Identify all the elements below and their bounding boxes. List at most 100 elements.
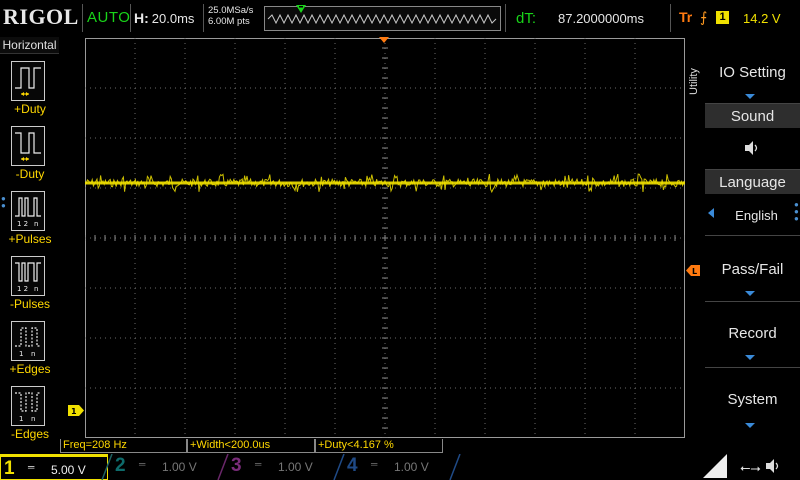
graticule [85,38,685,438]
acquisition-info: 25.0MSa/s 6.00M pts [208,5,253,27]
rising-edges-icon: 1n [11,321,45,361]
measure-label: +Pulses [8,232,52,246]
measure-positive-pulses[interactable]: 1 2 n +Pulses [0,187,60,252]
channel-scale: 1.00 V [162,460,197,474]
measure-negative-duty[interactable]: -Duty [0,122,60,187]
usb-icon: ⭠⭢ [740,460,761,475]
sample-rate: 25.0MSa/s [208,5,254,16]
menu-corner-icon [703,454,727,478]
chevron-down-icon [745,355,755,360]
speaker-icon[interactable] [764,458,782,474]
trigger-level-marker-icon[interactable]: L [686,265,700,276]
delta-time-label: dT: [516,10,537,27]
brand-logo: RIGOL [3,4,79,29]
rising-edge-icon: ⨍ [700,9,708,25]
channel-scale: 5.00 V [51,463,86,477]
channel-scale: 1.00 V [394,460,429,474]
measurement-panel-title[interactable]: Horizontal [0,37,59,54]
timebase-label: H: [134,10,149,26]
svg-text:n: n [34,285,38,293]
speaker-icon [745,141,758,155]
menu-item-label: IO Setting [719,64,786,81]
channel-scale: 1.00 V [278,460,313,474]
delta-time-value: 87.2000000ms [558,11,645,26]
chevron-down-icon [745,423,755,428]
channel-bar: 1 ═ 5.00 V 2 ═ 1.00 V 3 ═ 1.00 V 4 ═ 1.0… [0,454,800,480]
divider [505,4,506,32]
divider [670,4,671,32]
measure-label: +Duty [14,102,46,116]
positive-pulses-icon: 1 2 n [11,191,45,231]
dc-coupling-icon: ═ [255,459,262,469]
scroll-indicator-icon: ● ● [1,194,6,210]
menu-item-record[interactable]: Record [705,301,800,367]
timebase-value: 20.0ms [151,11,195,26]
menu-item-system[interactable]: System [705,367,800,433]
menu-item-label: Language [719,174,786,191]
negative-pulses-icon: 1 2 n [11,256,45,296]
trigger-level-value[interactable]: 14.2 V [743,11,781,26]
menu-item-sound[interactable]: Sound [705,103,800,169]
svg-text:1 2: 1 2 [17,220,28,228]
measure-rising-edges[interactable]: 1n +Edges [0,317,60,382]
trigger-position-icon [296,5,306,13]
menu-item-io-setting[interactable]: IO Setting [705,37,800,103]
chevron-down-icon [745,291,755,296]
menu-item-label: Pass/Fail [721,261,784,278]
measurement-result[interactable]: +Width<200.0us [187,439,315,453]
measure-label: -Pulses [9,297,50,311]
menu-item-label: Sound [730,108,775,125]
measure-label: -Edges [10,427,50,441]
measure-negative-pulses[interactable]: 1 2 n -Pulses [0,252,60,317]
falling-edges-icon: 1n [11,386,45,426]
language-value: English [735,208,778,223]
trigger-type[interactable]: Tr [679,9,692,25]
svg-text:n: n [34,220,38,228]
channel-3-button[interactable]: 3 ═ 1.00 V [228,454,336,480]
measure-falling-edges[interactable]: 1n -Edges [0,382,60,447]
channel-number: 1 [4,458,15,479]
ch1-ground-marker-icon[interactable]: 1 [68,405,84,416]
channel-1-button[interactable]: 1 ═ 5.00 V [0,454,108,480]
menu-item-pass-fail[interactable]: Pass/Fail [705,235,800,301]
top-status-bar: RIGOL AUTO H: 20.0ms 25.0MSa/s 6.00M pts … [0,0,800,37]
ch1-ground-marker-label: 1 [71,407,77,416]
measure-label: +Edges [9,362,51,376]
trigger-source-badge: 1 [716,11,729,24]
negative-duty-icon [11,126,45,166]
menu-item-label: Record [728,325,777,342]
timebase-readout[interactable]: H: 20.0ms [134,10,194,26]
svg-text:n: n [31,415,35,423]
svg-text:1: 1 [19,415,23,423]
measure-label: -Duty [15,167,45,181]
measurement-panel: Horizontal +Duty -Duty 1 2 n +Pulses 1 2 n… [0,37,60,441]
channel-number: 3 [231,455,242,476]
menu-item-label: System [727,391,778,408]
memory-depth: 6.00M pts [208,16,250,27]
channel-4-button[interactable]: 4 ═ 1.00 V [344,454,452,480]
menu-item-language[interactable]: Language English [705,169,800,235]
measurement-result[interactable]: Freq=208 Hz [60,439,187,453]
positive-duty-icon [11,61,45,101]
run-state-indicator[interactable]: AUTO [87,9,130,26]
divider [449,454,461,480]
measurement-result[interactable]: +Duty<4.167 % [315,439,443,453]
svg-text:1 2: 1 2 [17,285,28,293]
trigger-time-marker-icon[interactable] [379,37,389,44]
svg-text:n: n [31,350,35,358]
divider [82,4,83,32]
dc-coupling-icon: ═ [139,459,146,469]
svg-text:1: 1 [19,350,23,358]
trigger-level-marker-label: L [692,267,697,276]
divider [203,4,204,32]
channel-2-button[interactable]: 2 ═ 1.00 V [112,454,220,480]
dc-coupling-icon: ═ [371,459,378,469]
chevron-down-icon [745,94,755,99]
utility-menu: IO Setting Sound Language English Pass/F… [705,37,800,454]
channel-number: 4 [347,455,358,476]
divider [130,4,131,32]
dc-coupling-icon: ═ [28,462,35,472]
waveform-display[interactable] [85,38,685,438]
channel-number: 2 [115,455,126,476]
measure-positive-duty[interactable]: +Duty [0,57,60,122]
